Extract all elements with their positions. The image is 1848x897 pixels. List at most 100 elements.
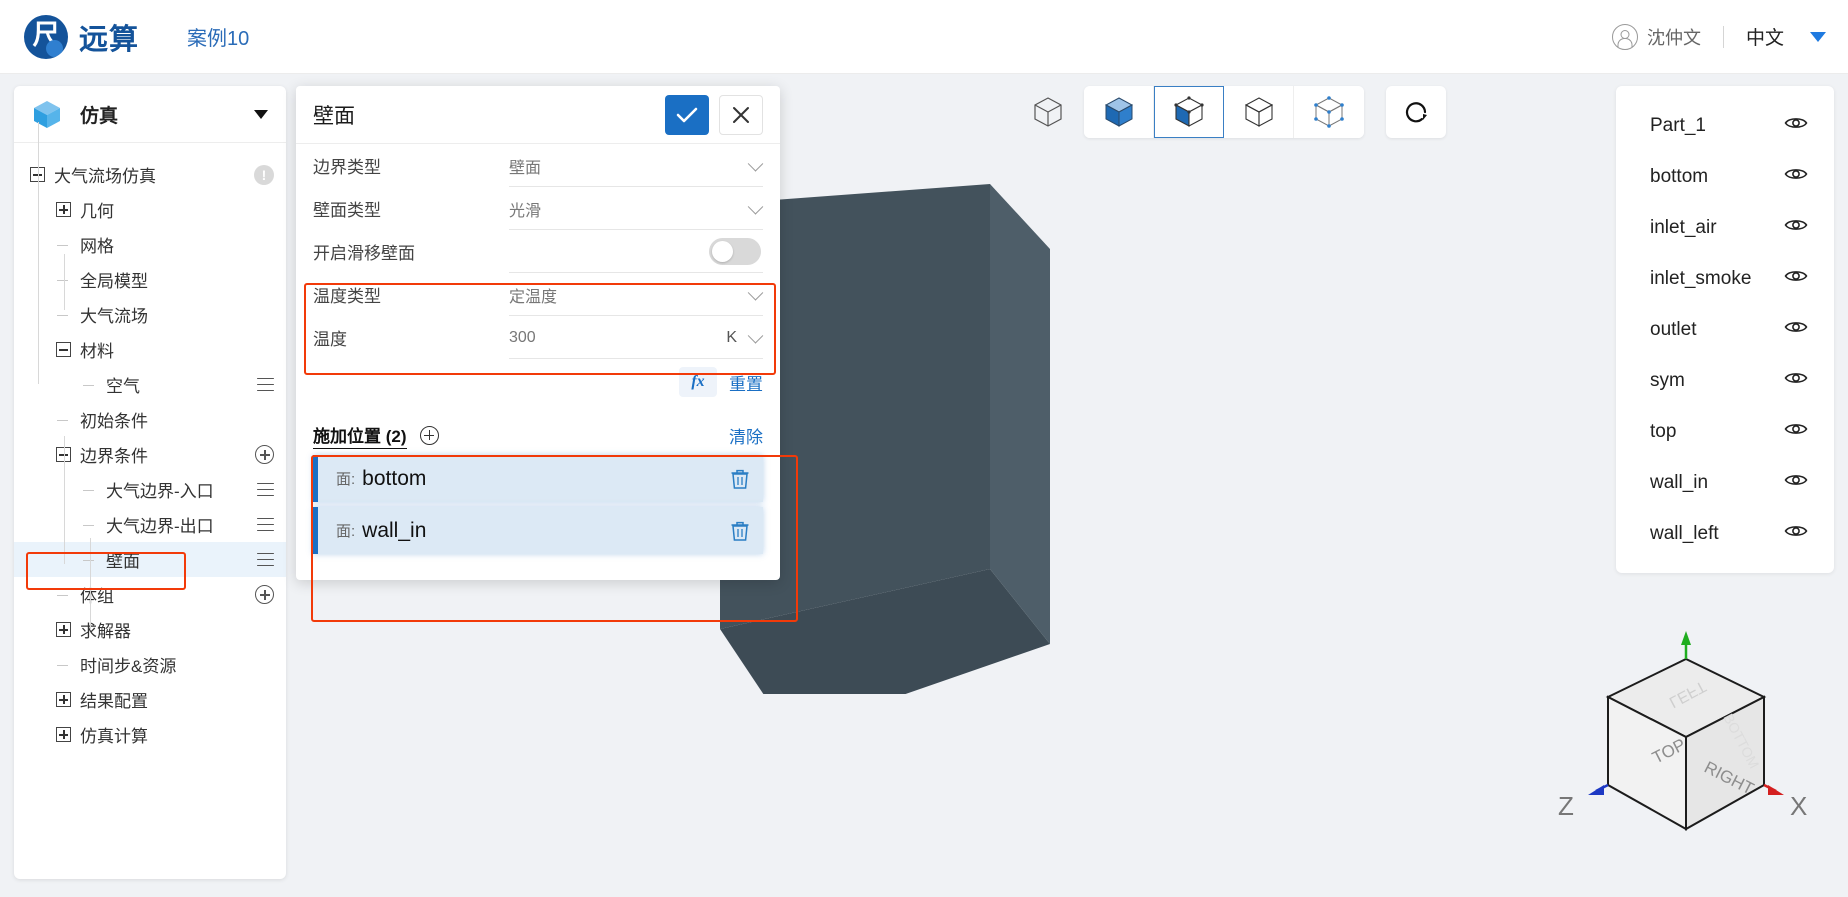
tree-node[interactable]: 大气边界-入口 <box>14 472 286 507</box>
visibility-eye-icon[interactable] <box>1784 115 1808 137</box>
chevron-down-icon <box>747 198 764 215</box>
tree-toggle-plus-icon[interactable] <box>56 202 71 217</box>
part-row[interactable]: inlet_smoke <box>1616 253 1834 304</box>
tree-node[interactable]: 边界条件 <box>14 437 286 472</box>
visibility-eye-icon[interactable] <box>1784 523 1808 545</box>
parts-panel: Part_1bottom inlet_air inlet_smoke outlet sy… <box>1616 86 1834 573</box>
axis-y-arrow <box>1681 631 1691 645</box>
axis-label-x: X <box>1790 791 1807 821</box>
locations-title: 施加位置 (2) <box>313 422 407 449</box>
tree-node[interactable]: 网格 <box>14 227 286 262</box>
orientation-cube[interactable]: TOP RIGHT LEFT BOTTOM Z X <box>1538 619 1838 889</box>
visibility-eye-icon[interactable] <box>1784 217 1808 239</box>
wall-type-select[interactable]: 光滑 <box>509 187 764 230</box>
field-boundary-type: 边界类型 壁面 <box>313 144 764 187</box>
tree-node-label: 空气 <box>106 377 140 396</box>
location-name: bottom <box>362 466 427 490</box>
part-row[interactable]: top <box>1616 406 1834 457</box>
tree-node[interactable]: 时间步&资源 <box>14 647 286 682</box>
cancel-button[interactable] <box>719 94 763 135</box>
node-menu-icon[interactable] <box>257 517 274 532</box>
part-label: Part_1 <box>1650 114 1706 136</box>
shaded-edges-cube-icon[interactable] <box>1154 86 1224 138</box>
tree-node[interactable]: 空气 <box>14 367 286 402</box>
refresh-icon[interactable] <box>1386 86 1446 138</box>
tree-node[interactable]: 求解器 <box>14 612 286 647</box>
tree-node-label: 材料 <box>80 342 114 361</box>
location-item[interactable]: 面: wall_in <box>313 507 763 554</box>
part-row[interactable]: sym <box>1616 355 1834 406</box>
part-row[interactable]: Part_1 <box>1616 100 1834 151</box>
case-name[interactable]: 案例10 <box>187 22 249 51</box>
temperature-unit-select[interactable]: K <box>726 327 764 347</box>
language-label[interactable]: 中文 <box>1746 23 1784 50</box>
tree-node[interactable]: 大气流场仿真! <box>14 157 286 192</box>
tree-node[interactable]: 材料 <box>14 332 286 367</box>
wireframe-cube-icon[interactable] <box>1022 86 1074 138</box>
dialog-actions <box>665 94 763 135</box>
part-row[interactable]: outlet <box>1616 304 1834 355</box>
formula-button[interactable]: fx <box>679 367 717 397</box>
part-label: bottom <box>1650 165 1709 187</box>
tree-node-label: 大气边界-出口 <box>106 517 214 536</box>
temperature-input-cell[interactable]: 300 K <box>509 316 764 359</box>
add-icon[interactable] <box>255 445 274 464</box>
node-menu-icon[interactable] <box>257 482 274 497</box>
tree-node[interactable]: 壁面 <box>14 542 286 577</box>
temperature-input[interactable]: 300 <box>509 329 536 347</box>
visibility-eye-icon[interactable] <box>1784 319 1808 341</box>
tree-toggle-plus-icon[interactable] <box>56 622 71 637</box>
confirm-button[interactable] <box>665 94 709 135</box>
tree-node[interactable]: 大气边界-出口 <box>14 507 286 542</box>
tree-toggle-plus-icon[interactable] <box>56 692 71 707</box>
tree-node[interactable]: 体组 <box>14 577 286 612</box>
location-item[interactable]: 面: bottom <box>313 455 763 502</box>
tree-node-label: 大气流场仿真 <box>54 167 156 186</box>
part-label: wall_in <box>1650 471 1709 493</box>
tree-node[interactable]: 几何 <box>14 192 286 227</box>
outline-cube-icon[interactable] <box>1224 86 1294 138</box>
tree-node-label: 大气边界-入口 <box>106 482 214 501</box>
tree-node[interactable]: 结果配置 <box>14 682 286 717</box>
node-menu-icon[interactable] <box>257 552 274 567</box>
delete-icon[interactable] <box>731 521 749 541</box>
brand-logo-dot <box>46 39 63 57</box>
chevron-down-icon[interactable] <box>254 109 268 119</box>
tree-node[interactable]: 大气流场 <box>14 297 286 332</box>
user-menu[interactable]: 沈仲文 <box>1611 23 1701 50</box>
points-cube-icon[interactable] <box>1294 86 1364 138</box>
delete-icon[interactable] <box>731 469 749 489</box>
visibility-eye-icon[interactable] <box>1784 370 1808 392</box>
chevron-down-icon <box>747 284 764 301</box>
field-value: 定温度 <box>509 288 558 306</box>
tree-panel-header[interactable]: 仿真 <box>14 86 286 143</box>
visibility-eye-icon[interactable] <box>1784 421 1808 443</box>
tree-toggle-minus-icon[interactable] <box>56 342 71 357</box>
toggle-knob <box>712 241 733 262</box>
axis-z-arrow <box>1588 785 1604 795</box>
clear-locations-button[interactable]: 清除 <box>729 423 763 448</box>
part-row[interactable]: wall_left <box>1616 508 1834 559</box>
add-location-icon[interactable] <box>419 425 439 445</box>
tree-toggle-plus-icon[interactable] <box>56 727 71 742</box>
slip-wall-toggle[interactable] <box>709 238 761 265</box>
visibility-eye-icon[interactable] <box>1784 472 1808 494</box>
add-icon[interactable] <box>255 585 274 604</box>
chevron-down-icon[interactable] <box>1810 31 1826 42</box>
brand-logo[interactable]: 尺 远算 <box>24 14 139 59</box>
part-row[interactable]: bottom <box>1616 151 1834 202</box>
tree-node[interactable]: 全局模型 <box>14 262 286 297</box>
tree-node[interactable]: 仿真计算 <box>14 717 286 752</box>
visibility-eye-icon[interactable] <box>1784 166 1808 188</box>
node-menu-icon[interactable] <box>257 377 274 392</box>
visibility-eye-icon[interactable] <box>1784 268 1808 290</box>
tree-node[interactable]: 初始条件 <box>14 402 286 437</box>
boundary-type-select[interactable]: 壁面 <box>509 144 764 187</box>
reset-button[interactable]: 重置 <box>729 370 763 395</box>
part-row[interactable]: inlet_air <box>1616 202 1834 253</box>
part-label: wall_left <box>1650 522 1719 544</box>
temperature-type-select[interactable]: 定温度 <box>509 273 764 316</box>
part-row[interactable]: wall_in <box>1616 457 1834 508</box>
tree-node-label: 初始条件 <box>80 412 148 431</box>
shaded-cube-icon[interactable] <box>1084 86 1154 138</box>
